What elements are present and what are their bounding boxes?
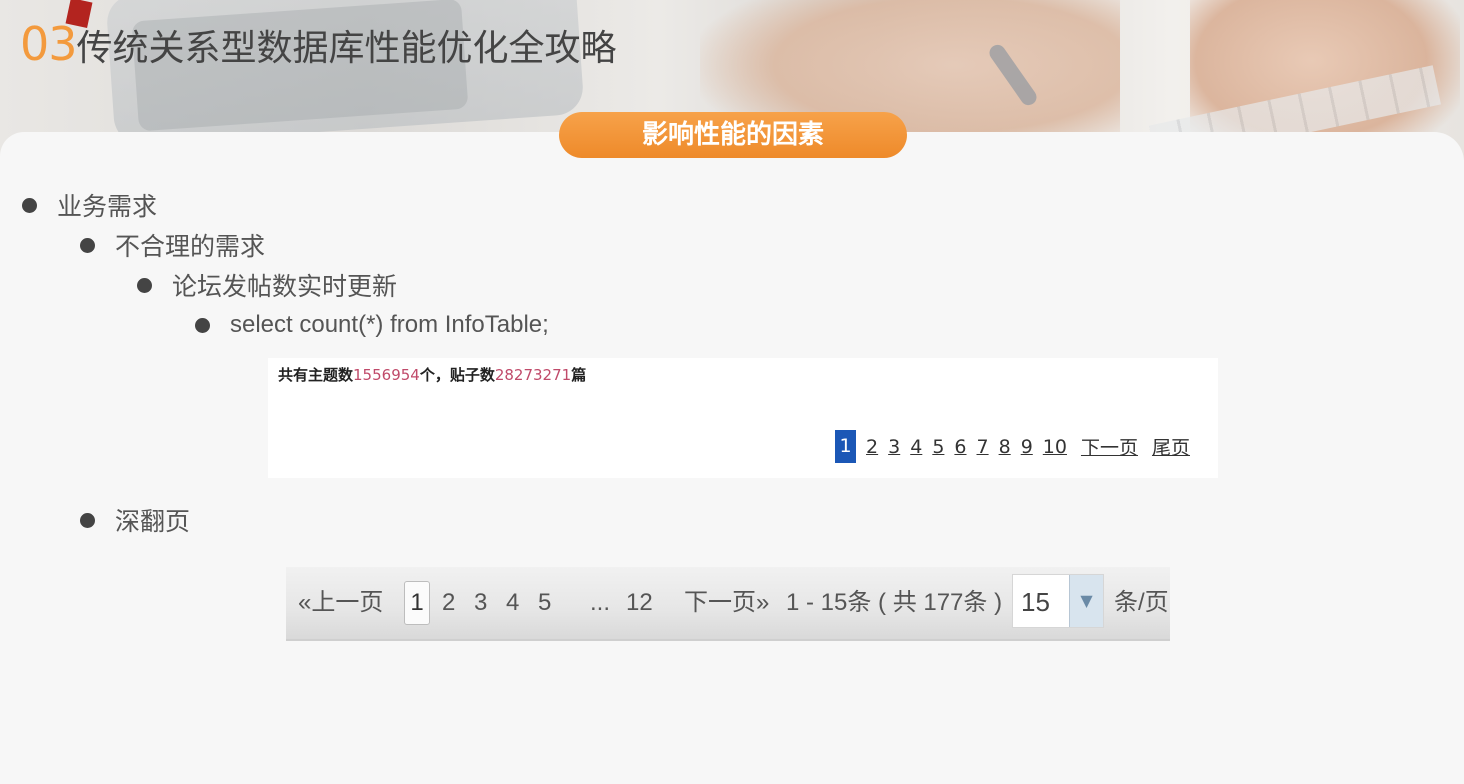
page-link[interactable]: 4 (910, 436, 922, 458)
bullet-text: 论坛发帖数实时更新 (172, 272, 398, 301)
title-text: 传统关系型数据库性能优化全攻略 (76, 28, 617, 69)
page-link[interactable]: 2 (866, 436, 878, 458)
stats-mid: 个，贴子数 (419, 366, 495, 384)
section-label: 影响性能的因素 (559, 112, 907, 158)
page-button[interactable]: 5 (538, 567, 551, 639)
page-size-select[interactable]: 15 ▼ (1012, 574, 1104, 628)
page-button[interactable]: 4 (506, 567, 519, 639)
next-page-button[interactable]: 下一页» (684, 567, 769, 639)
page-link[interactable]: 8 (999, 436, 1011, 458)
bullet-dot-icon (137, 277, 152, 293)
chevron-down-icon[interactable]: ▼ (1069, 575, 1103, 627)
bullet-dot-icon (22, 197, 37, 213)
title-number: 03 (20, 17, 78, 71)
page-size-value: 15 (1021, 587, 1050, 617)
page-link[interactable]: 5 (932, 436, 944, 458)
page-link[interactable]: 6 (954, 436, 966, 458)
bullet-forum-realtime-count: 论坛发帖数实时更新 (137, 267, 397, 303)
page-ellipsis: ... (590, 589, 611, 616)
bullet-dot-icon (80, 512, 95, 528)
page-link-current[interactable]: 1 (835, 430, 857, 463)
bullet-deep-paging: 深翻页 (80, 502, 190, 538)
bullet-text: 不合理的需求 (115, 232, 266, 261)
current-page-button[interactable]: 1 (404, 581, 430, 625)
page-link[interactable]: 10 (1043, 436, 1067, 458)
bullet-business-requirement: 业务需求 (22, 187, 157, 223)
page-link[interactable]: 7 (977, 436, 989, 458)
last-page-link[interactable]: 尾页 (1152, 433, 1190, 460)
bullet-text: select count(*) from InfoTable; (230, 311, 549, 338)
topic-count: 1556954 (353, 366, 420, 384)
page-button[interactable]: 2 (442, 567, 455, 639)
last-page-button[interactable]: 12 (626, 567, 653, 639)
bullet-dot-icon (80, 237, 95, 253)
slide-title: 03 传统关系型数据库性能优化全攻略 (20, 16, 617, 72)
bullet-dot-icon (195, 317, 210, 333)
bullet-unreasonable-requirement: 不合理的需求 (80, 227, 265, 263)
prev-page-button[interactable]: «上一页 (298, 567, 383, 639)
post-count: 28273271 (494, 366, 572, 384)
bullet-sql-query: select count(*) from InfoTable; (195, 307, 549, 343)
per-page-label: 条/页 (1114, 589, 1169, 616)
page-link[interactable]: 3 (888, 436, 900, 458)
page-link[interactable]: 9 (1021, 436, 1033, 458)
stats-suffix: 篇 (571, 366, 587, 384)
forum-stats: 共有主题数1556954个，贴子数28273271篇 (278, 364, 586, 385)
forum-pager: 1 2 3 4 5 6 7 8 9 10 下一页 尾页 (835, 430, 1190, 463)
forum-screenshot: 共有主题数1556954个，贴子数28273271篇 1 2 3 4 5 6 7… (268, 358, 1218, 478)
page-button[interactable]: 3 (474, 567, 487, 639)
bullet-text: 业务需求 (57, 192, 158, 221)
deep-paging-bar: «上一页 1 2 3 4 5 ... 12 下一页» 1 - 15条 ( 共 1… (286, 567, 1170, 641)
bullet-text: 深翻页 (115, 507, 191, 536)
next-page-link[interactable]: 下一页 (1081, 433, 1138, 460)
record-range-text: 1 - 15条 ( 共 177条 ) (786, 589, 1003, 616)
stats-prefix: 共有主题数 (278, 366, 354, 384)
